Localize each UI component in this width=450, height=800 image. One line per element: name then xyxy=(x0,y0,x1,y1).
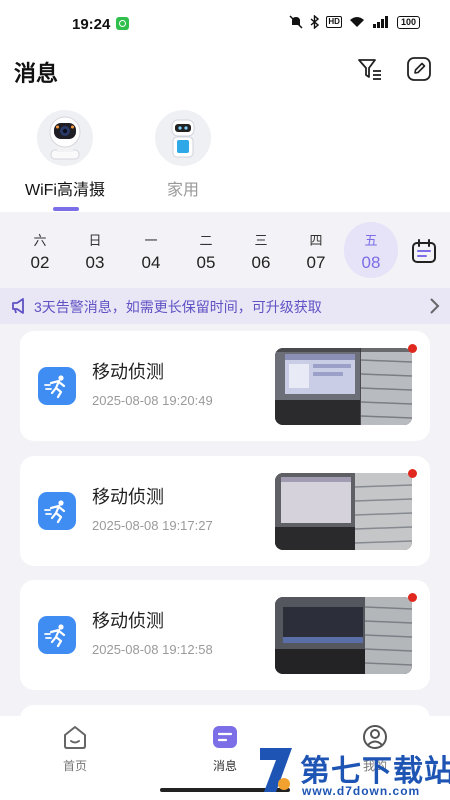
event-snapshot-thumbnail[interactable] xyxy=(275,348,412,425)
camera-device-icon xyxy=(37,110,93,166)
wifi-icon xyxy=(349,17,364,27)
event-time: 2025-08-08 19:12:58 xyxy=(92,642,213,657)
tab-messages[interactable]: 消息 xyxy=(195,724,255,774)
date-item[interactable]: 二 05 xyxy=(179,222,233,278)
date-day: 05 xyxy=(196,253,216,272)
date-item[interactable]: 四 07 xyxy=(289,222,343,278)
device-name: WiFi高清摄 xyxy=(25,182,105,199)
date-day: 02 xyxy=(30,253,50,272)
event-title: 移动侦测 xyxy=(92,487,164,507)
date-item[interactable]: 日 03 xyxy=(68,222,122,278)
device-name: 家用 xyxy=(166,182,199,199)
motion-detection-icon xyxy=(38,616,76,654)
device-selected-indicator xyxy=(53,207,79,211)
event-time: 2025-08-08 19:17:27 xyxy=(92,518,213,533)
tab-label: 消息 xyxy=(212,759,237,773)
tab-label: 首页 xyxy=(62,759,87,773)
date-day: 03 xyxy=(85,253,105,272)
bluetooth-icon xyxy=(310,15,320,29)
unread-dot xyxy=(408,344,417,353)
date-weekday: 二 xyxy=(199,233,213,248)
signal-icon xyxy=(372,16,388,28)
watermark-url: www.d7down.com xyxy=(302,784,421,798)
date-weekday: 五 xyxy=(364,233,378,248)
retention-notice-banner[interactable]: 3天告警消息，如需更长保留时间，可升级获取 xyxy=(0,288,450,324)
date-weekday: 日 xyxy=(88,233,102,248)
date-selector: 六 02 日 03 一 04 二 05 三 06 四 07 五 08 xyxy=(0,212,450,288)
date-day: 08 xyxy=(361,253,381,272)
event-card[interactable]: 移动侦测 2025-08-08 19:20:49 xyxy=(20,331,430,441)
tab-home[interactable]: 首页 xyxy=(45,724,105,774)
event-snapshot-thumbnail[interactable] xyxy=(275,473,412,550)
watermark-logo xyxy=(260,748,292,792)
date-item-selected[interactable]: 五 08 xyxy=(344,222,398,278)
device-tab-wifi-camera[interactable]: WiFi高清摄 xyxy=(20,110,110,200)
battery-indicator: 100 xyxy=(396,15,420,29)
watermark: 第七下载站 www.d7down.com xyxy=(256,740,450,800)
motion-detection-icon xyxy=(38,492,76,530)
date-weekday: 六 xyxy=(33,233,47,248)
date-item[interactable]: 一 04 xyxy=(124,222,178,278)
chevron-right-icon xyxy=(430,298,440,314)
page-title: 消息 xyxy=(14,61,59,86)
device-tab-home[interactable]: 家用 xyxy=(138,110,228,200)
date-day: 04 xyxy=(141,253,161,272)
date-item[interactable]: 三 06 xyxy=(234,222,288,278)
event-card[interactable]: 移动侦测 2025-08-08 19:12:58 xyxy=(20,580,430,690)
motion-detection-icon xyxy=(38,367,76,405)
status-icons: HD 100 xyxy=(289,15,420,29)
edit-button[interactable] xyxy=(406,56,432,82)
event-card[interactable]: 移动侦测 2025-08-08 19:17:27 xyxy=(20,456,430,566)
home-icon xyxy=(64,726,86,749)
date-day: 06 xyxy=(251,253,271,272)
event-time: 2025-08-08 19:20:49 xyxy=(92,393,213,408)
filter-button[interactable] xyxy=(357,56,383,82)
filter-icon xyxy=(358,59,381,80)
robot-device-icon xyxy=(155,110,211,166)
date-weekday: 四 xyxy=(309,233,323,248)
event-snapshot-thumbnail[interactable] xyxy=(275,597,412,674)
mute-icon xyxy=(289,15,303,29)
hd-icon: HD xyxy=(326,16,342,28)
date-weekday: 三 xyxy=(254,233,268,248)
date-weekday: 一 xyxy=(144,233,158,248)
unread-dot xyxy=(408,593,417,602)
speaker-icon xyxy=(12,298,24,314)
date-day: 07 xyxy=(306,253,326,272)
calendar-button[interactable] xyxy=(410,237,438,265)
unread-dot xyxy=(408,469,417,478)
wechat-notification-icon xyxy=(116,17,129,30)
status-bar: 19:24 HD 100 xyxy=(0,0,450,48)
message-icon xyxy=(213,726,237,748)
banner-text: 3天告警消息，如需更长保留时间，可升级获取 xyxy=(34,299,322,315)
status-time: 19:24 xyxy=(72,16,111,33)
edit-icon xyxy=(407,57,431,81)
event-title: 移动侦测 xyxy=(92,362,164,382)
event-title: 移动侦测 xyxy=(92,611,164,631)
date-item[interactable]: 六 02 xyxy=(13,222,67,278)
calendar-icon xyxy=(412,239,436,263)
